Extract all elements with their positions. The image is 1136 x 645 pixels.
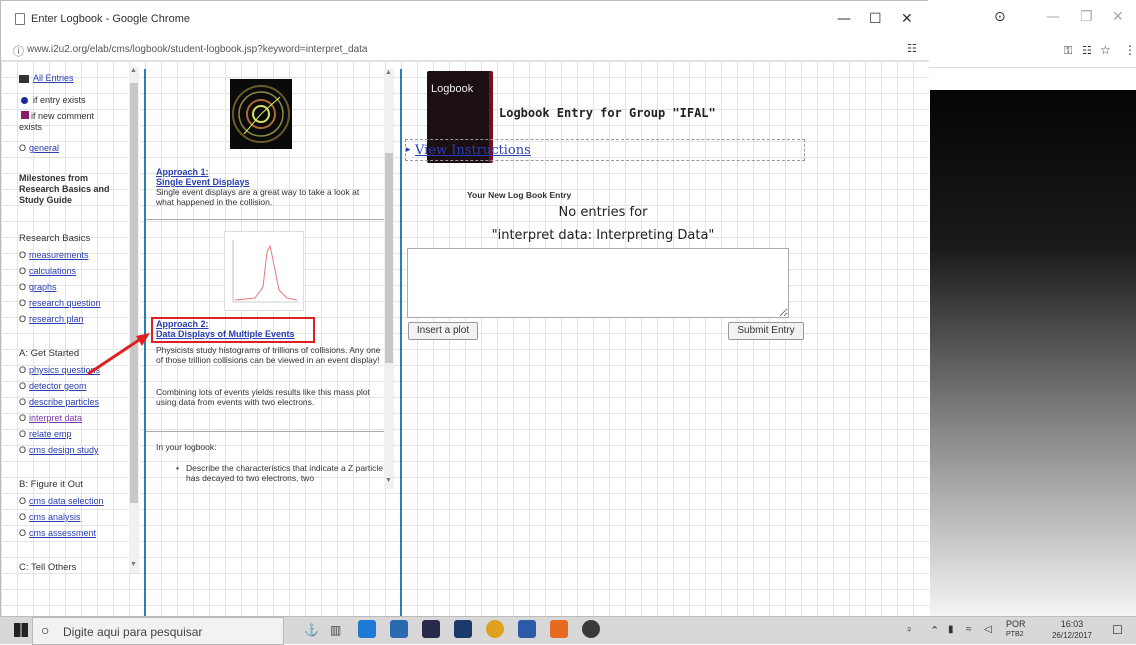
clock-date[interactable]: 26/12/2017 <box>1044 631 1100 640</box>
people-icon[interactable]: ♀ <box>905 624 913 636</box>
battery-icon[interactable]: ▮ <box>948 624 954 635</box>
search-circle-icon: ○ <box>41 622 50 638</box>
app-icon[interactable] <box>518 620 536 638</box>
windows-start-icon[interactable] <box>14 623 28 637</box>
chrome-icon[interactable] <box>486 620 504 638</box>
mic-icon[interactable]: ⚓ <box>304 623 319 637</box>
avast-icon[interactable] <box>550 620 568 638</box>
edge-icon[interactable] <box>358 620 376 638</box>
annotation-arrow <box>87 333 150 376</box>
task-view-icon[interactable]: ▥ <box>330 623 341 637</box>
notification-icon[interactable]: ☐ <box>1112 623 1123 637</box>
mail-icon[interactable] <box>454 620 472 638</box>
game-icon[interactable] <box>582 620 600 638</box>
tray-chevron-icon[interactable]: ⌃ <box>930 624 939 637</box>
file-explorer-icon[interactable] <box>390 620 408 638</box>
language-sub: PTB2 <box>1006 631 1024 638</box>
store-icon[interactable] <box>422 620 440 638</box>
language-indicator[interactable]: POR <box>1006 619 1026 629</box>
clock-time[interactable]: 16:03 <box>1052 619 1092 629</box>
search-placeholder[interactable]: Digite aqui para pesquisar <box>63 625 202 639</box>
taskbar-search[interactable]: ○ Digite aqui para pesquisar <box>32 617 284 645</box>
volume-icon[interactable]: ◁ <box>984 624 992 635</box>
wifi-icon[interactable]: ≈ <box>966 624 972 635</box>
